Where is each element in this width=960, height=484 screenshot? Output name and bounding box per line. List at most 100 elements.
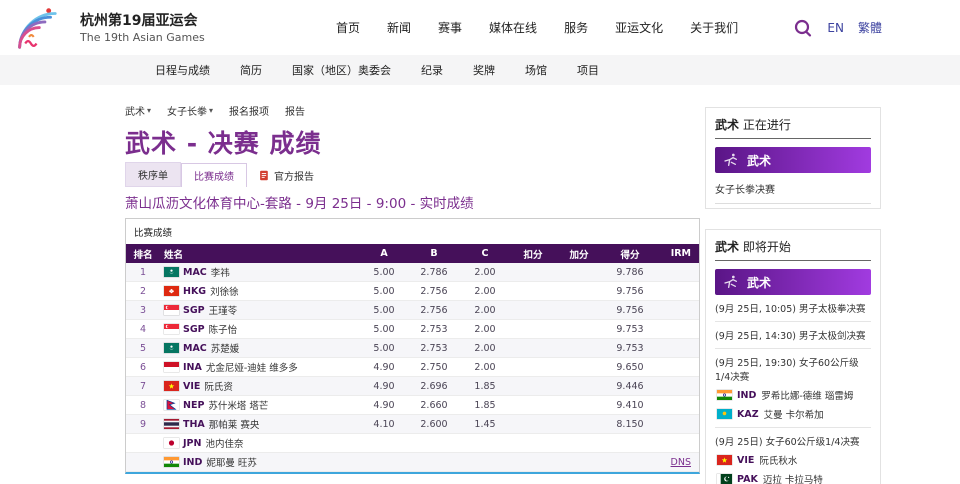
dns-link[interactable]: DNS <box>671 457 691 468</box>
total-score-cell: 9.756 <box>602 286 658 297</box>
sub-nav-item[interactable]: 项目 <box>577 62 599 78</box>
upcoming-group: (9月 25日) 女子60公斤级1/4决赛 VIE阮氏秋水 PAK迈拉 卡拉马特 <box>715 428 871 484</box>
total-score-cell: 9.756 <box>602 305 658 316</box>
top-nav-item[interactable]: 媒体在线 <box>489 19 537 36</box>
column-header: 姓名 <box>160 247 360 261</box>
page-title: 武术 - 决赛 成绩 <box>125 124 700 160</box>
brand-title-en: The 19th Asian Games <box>80 31 205 45</box>
athlete-cell: INA 尤金尼娅-迪娃 维多多 <box>160 360 360 374</box>
breadcrumb-item[interactable]: 报名报项 <box>229 103 269 118</box>
asian-games-logo-icon <box>14 6 74 50</box>
athlete-cell: NEP 苏什米塔 塔芒 <box>160 398 360 412</box>
results-table-body: 1 MAC 李祎 5.00 2.786 2.00 9.786 2 HKG 刘徐徐… <box>126 263 699 472</box>
breadcrumb-item[interactable]: 女子长拳▾ <box>167 103 213 118</box>
c-score-cell: 1.85 <box>460 381 510 392</box>
flag-hkg-icon <box>164 286 179 296</box>
total-score-cell: 9.753 <box>602 343 658 354</box>
sub-nav-item[interactable]: 场馆 <box>525 62 547 78</box>
flag-vie-icon <box>717 455 732 465</box>
top-nav-item[interactable]: 首页 <box>336 19 360 36</box>
a-score-cell: 5.00 <box>360 324 408 335</box>
top-nav-item[interactable]: 服务 <box>564 19 588 36</box>
sub-nav-item[interactable]: 国家（地区）奥委会 <box>292 62 391 78</box>
top-nav-item[interactable]: 赛事 <box>438 19 462 36</box>
athlete-cell: HKG 刘徐徐 <box>160 284 360 298</box>
tab-results[interactable]: 比赛成绩 <box>181 163 247 187</box>
upcoming-athlete[interactable]: KAZ艾曼 卡尔希加 <box>717 407 871 421</box>
live-event-link[interactable]: 女子长拳决赛 <box>715 173 871 204</box>
total-score-cell: 9.753 <box>602 324 658 335</box>
top-nav: 首页 新闻 赛事 媒体在线 服务 亚运文化 关于我们 <box>336 0 738 55</box>
a-score-cell: 4.90 <box>360 362 408 373</box>
top-nav-item[interactable]: 亚运文化 <box>615 19 663 36</box>
total-score-cell: 9.410 <box>602 400 658 411</box>
irm-cell: DNS <box>658 457 699 468</box>
b-score-cell: 2.753 <box>408 343 460 354</box>
column-header: 加分 <box>556 247 602 261</box>
flag-pak-icon <box>717 474 732 484</box>
sub-nav-item[interactable]: 日程与成绩 <box>155 62 210 78</box>
sub-nav-item[interactable]: 纪录 <box>421 62 443 78</box>
tab-start-list[interactable]: 秩序单 <box>125 162 181 187</box>
athlete-cell: JPN 池内佳奈 <box>160 436 360 450</box>
column-header: 得分 <box>602 247 658 261</box>
b-score-cell: 2.600 <box>408 419 460 430</box>
athlete-cell: MAC 苏楚媛 <box>160 341 360 355</box>
upcoming-group: (9月 25日, 19:30) 女子60公斤级1/4决赛 IND罗希比娜-德维 瑙… <box>715 349 871 428</box>
flag-vie-icon <box>164 381 179 391</box>
wushu-pictogram-icon <box>723 152 739 168</box>
breadcrumb-item[interactable]: 武术▾ <box>125 103 151 118</box>
venue-session-line: 萧山瓜沥文化体育中心-套路 - 9月 25日 - 9:00 - 实时成绩 <box>125 192 700 218</box>
table-row: 2 HKG 刘徐徐 5.00 2.756 2.00 9.756 <box>126 282 699 301</box>
rank-cell: 7 <box>126 381 160 392</box>
upcoming-event-link[interactable]: (9月 25日, 14:30) 男子太极剑决赛 <box>715 328 871 342</box>
upcoming-sport-banner[interactable]: 武术 <box>715 269 871 295</box>
total-score-cell: 9.650 <box>602 362 658 373</box>
table-row: IND 妮耶曼 旺苏 DNS <box>126 453 699 472</box>
sub-nav-item[interactable]: 简历 <box>240 62 262 78</box>
results-section-label: 比赛成绩 <box>126 219 699 244</box>
sub-nav-item[interactable]: 奖牌 <box>473 62 495 78</box>
top-nav-item[interactable]: 关于我们 <box>690 19 738 36</box>
upcoming-event-link[interactable]: (9月 25日) 女子60公斤级1/4决赛 <box>715 434 871 448</box>
athlete-cell: SGP 王瑾苓 <box>160 303 360 317</box>
tab-official-report-label: 官方报告 <box>274 168 314 183</box>
top-nav-item[interactable]: 新闻 <box>387 19 411 36</box>
page: 杭州第19届亚运会 The 19th Asian Games 首页新闻赛事媒体在… <box>0 0 960 484</box>
report-tabs: 秩序单 比赛成绩 官方报告 <box>125 167 700 187</box>
tab-official-report[interactable]: 官方报告 <box>247 164 326 187</box>
b-score-cell: 2.696 <box>408 381 460 392</box>
rank-cell: 4 <box>126 324 160 335</box>
upcoming-athlete[interactable]: PAK迈拉 卡拉马特 <box>717 472 871 484</box>
column-header: 排名 <box>126 247 160 261</box>
b-score-cell: 2.786 <box>408 267 460 278</box>
table-row: 8 NEP 苏什米塔 塔芒 4.90 2.660 1.85 9.410 <box>126 396 699 415</box>
total-score-cell: 9.446 <box>602 381 658 392</box>
a-score-cell: 4.90 <box>360 400 408 411</box>
a-score-cell: 5.00 <box>360 267 408 278</box>
live-sport-label: 武术 <box>715 118 739 132</box>
search-icon[interactable] <box>793 18 813 38</box>
upcoming-athlete[interactable]: IND罗希比娜-德维 瑙雷姆 <box>717 388 871 402</box>
live-panel: 武术 正在进行 武术 女子长拳决赛 <box>705 107 881 209</box>
flag-mac-icon <box>164 343 179 353</box>
a-score-cell: 5.00 <box>360 305 408 316</box>
c-score-cell: 2.00 <box>460 324 510 335</box>
flag-nep-icon <box>164 400 179 410</box>
live-sport-banner[interactable]: 武术 <box>715 147 871 173</box>
upcoming-event-link[interactable]: (9月 25日, 19:30) 女子60公斤级1/4决赛 <box>715 355 871 383</box>
column-header: IRM <box>658 248 699 259</box>
lang-tc-link[interactable]: 繁體 <box>858 19 882 36</box>
column-header: 扣分 <box>510 247 556 261</box>
upcoming-event-link[interactable]: (9月 25日, 10:05) 男子太极拳决赛 <box>715 301 871 315</box>
breadcrumb-item[interactable]: 报告 <box>285 103 305 118</box>
lang-en-link[interactable]: EN <box>827 21 844 35</box>
upcoming-athlete[interactable]: VIE阮氏秋水 <box>717 453 871 467</box>
athlete-cell: IND 妮耶曼 旺苏 <box>160 455 360 469</box>
wushu-pictogram-icon <box>723 274 739 290</box>
upcoming-status-label: 即将开始 <box>743 240 791 254</box>
column-header: C <box>460 248 510 259</box>
column-header: B <box>408 248 460 259</box>
upcoming-panel: 武术 即将开始 武术 (9月 25日, 10:05) 男子太极拳决赛(9月 25… <box>705 229 881 484</box>
rank-cell: 6 <box>126 362 160 373</box>
